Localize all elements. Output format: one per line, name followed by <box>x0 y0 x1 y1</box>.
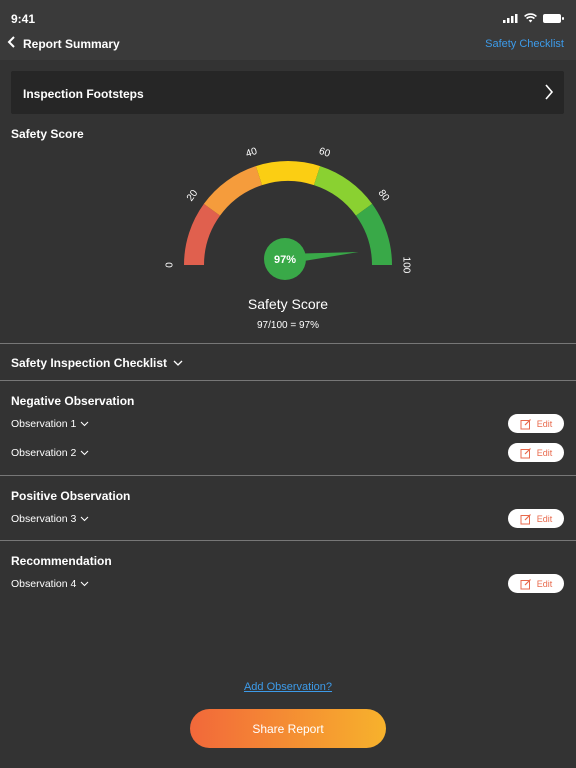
cellular-signal-icon <box>503 13 518 23</box>
edit-observation-1-button[interactable]: Edit <box>508 414 564 433</box>
edit-observation-2-button[interactable]: Edit <box>508 443 564 462</box>
gauge-tick-label: 100 <box>400 257 411 274</box>
divider <box>0 475 576 476</box>
wifi-icon <box>524 13 537 23</box>
edit-icon <box>520 578 531 589</box>
add-observation-link[interactable]: Add Observation? <box>0 681 576 693</box>
observation-3-toggle[interactable]: Observation 3 <box>11 513 89 525</box>
edit-icon <box>520 447 531 458</box>
status-time: 9:41 <box>11 12 36 26</box>
gauge-segment <box>184 203 221 265</box>
edit-observation-4-button[interactable]: Edit <box>508 574 564 593</box>
inspection-footsteps-row[interactable]: Inspection Footsteps <box>11 71 564 114</box>
edit-icon <box>520 513 531 524</box>
edit-label: Edit <box>536 447 553 458</box>
gauge-value-label: 97% <box>274 254 296 266</box>
gauge-tick-label: 80 <box>376 188 392 204</box>
safety-score-equation: 97/100 = 97% <box>257 320 319 331</box>
page-title: Report Summary <box>23 37 120 51</box>
share-report-label: Share Report <box>252 721 324 736</box>
edit-label: Edit <box>536 418 553 429</box>
gauge-tick-label: 60 <box>317 146 331 160</box>
navigation-bar: Report Summary Safety Checklist <box>0 30 576 60</box>
positive-observation-heading: Positive Observation <box>11 489 131 503</box>
divider <box>0 343 576 344</box>
observation-2-toggle[interactable]: Observation 2 <box>11 447 89 459</box>
chevron-down-icon <box>173 360 183 366</box>
observation-label: Observation 4 <box>11 578 77 590</box>
edit-icon <box>520 418 531 429</box>
recommendation-heading: Recommendation <box>11 554 112 568</box>
observation-1-toggle[interactable]: Observation 1 <box>11 418 89 430</box>
observation-label: Observation 2 <box>11 447 77 459</box>
safety-score-caption: Safety Score <box>247 296 329 312</box>
negative-observation-heading: Negative Observation <box>11 394 135 408</box>
back-chevron-icon[interactable] <box>7 35 17 49</box>
gauge-segment <box>255 161 321 186</box>
observation-label: Observation 1 <box>11 418 77 430</box>
safety-score-heading: Safety Score <box>11 127 84 141</box>
status-icons <box>503 13 564 23</box>
gauge-tick-label: 40 <box>245 146 259 160</box>
observation-label: Observation 3 <box>11 513 77 525</box>
gauge-segment <box>355 203 392 265</box>
chevron-down-icon <box>80 421 89 427</box>
inspection-footsteps-label: Inspection Footsteps <box>23 87 144 101</box>
edit-label: Edit <box>536 578 553 589</box>
observation-4-toggle[interactable]: Observation 4 <box>11 578 89 590</box>
divider <box>0 380 576 381</box>
divider <box>0 540 576 541</box>
chevron-down-icon <box>80 450 89 456</box>
safety-checklist-link[interactable]: Safety Checklist <box>485 38 564 50</box>
gauge-tick-label: 20 <box>185 188 201 204</box>
share-report-button[interactable]: Share Report <box>190 709 386 748</box>
gauge-segment <box>203 166 263 216</box>
safety-inspection-checklist-toggle[interactable]: Safety Inspection Checklist <box>11 356 183 370</box>
checklist-label: Safety Inspection Checklist <box>11 356 168 370</box>
chevron-right-icon <box>545 84 554 100</box>
chevron-down-icon <box>80 581 89 587</box>
safety-score-gauge: 0 20 40 60 80 100 97% <box>165 146 411 280</box>
edit-label: Edit <box>536 513 553 524</box>
battery-icon <box>543 13 564 23</box>
gauge-tick-label: 0 <box>165 262 176 268</box>
gauge-segment <box>313 166 373 216</box>
status-bar: 9:41 <box>0 0 576 30</box>
edit-observation-3-button[interactable]: Edit <box>508 509 564 528</box>
chevron-down-icon <box>80 516 89 522</box>
